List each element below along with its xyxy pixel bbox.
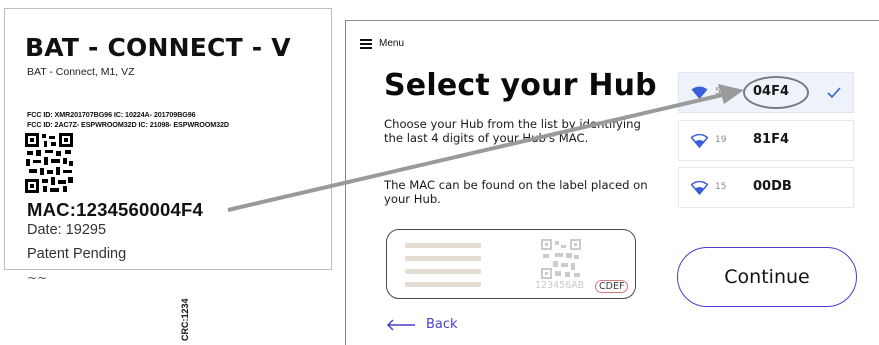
page-title: Select your Hub — [384, 68, 657, 103]
back-arrow-icon — [386, 318, 415, 331]
menu-label: Menu — [379, 38, 405, 49]
label-qr-code — [25, 133, 73, 193]
wifi-signal-icon — [691, 86, 708, 99]
fcc-line-1: FCC ID: XMR201707BG96 IC: 10224A- 201709… — [27, 110, 196, 119]
check-icon — [827, 87, 841, 99]
continue-button[interactable]: Continue — [677, 247, 857, 307]
hub-mac-suffix: 00DB — [753, 179, 792, 194]
label-crc: CRC:1234 — [180, 298, 190, 341]
illustration-mac-suffix: CDEF — [595, 280, 629, 293]
hub-label-illustration: 123456AB CDEF — [386, 229, 636, 299]
label-title: BAT - CONNECT - V — [25, 33, 291, 62]
illustration-mac-prefix: 123456AB — [535, 280, 585, 291]
back-label: Back — [426, 317, 458, 332]
hub-signal-strength: 15 — [715, 182, 727, 192]
illustration-qr-icon — [541, 239, 581, 279]
hub-list-item[interactable]: 19 81F4 — [678, 120, 854, 161]
hub-selection-screen: Menu Select your Hub Choose your Hub fro… — [345, 20, 879, 345]
label-patent: Patent Pending — [27, 246, 127, 262]
wifi-signal-icon — [691, 134, 708, 148]
hub-mac-suffix: 04F4 — [753, 84, 790, 99]
instructions-text: Choose your Hub from the list by identif… — [384, 117, 641, 145]
label-location-text: The MAC can be found on the label placed… — [384, 178, 648, 206]
menu-button[interactable]: Menu — [360, 38, 404, 49]
fcc-line-2: FCC ID: 2AC7Z- ESPWROOM32D IC: 21098- ES… — [27, 120, 229, 129]
label-date: Date: 19295 — [27, 222, 107, 238]
label-tilde: ~~ — [27, 271, 48, 285]
hamburger-icon — [360, 39, 372, 49]
continue-label: Continue — [724, 266, 810, 288]
device-label-card: BAT - CONNECT - V BAT - Connect, M1, VZ … — [4, 8, 332, 341]
label-subtitle: BAT - Connect, M1, VZ — [27, 66, 135, 78]
back-button[interactable]: Back — [386, 317, 458, 332]
label-mac-address: MAC:1234560004F4 — [27, 199, 203, 220]
hub-signal-strength: 19 — [715, 135, 727, 145]
hub-list-item[interactable]: 55 04F4 — [678, 72, 854, 113]
hub-mac-suffix: 81F4 — [753, 132, 790, 147]
hub-list-item[interactable]: 15 00DB — [678, 167, 854, 208]
hub-signal-strength: 55 — [715, 87, 727, 97]
wifi-signal-icon — [691, 181, 708, 195]
